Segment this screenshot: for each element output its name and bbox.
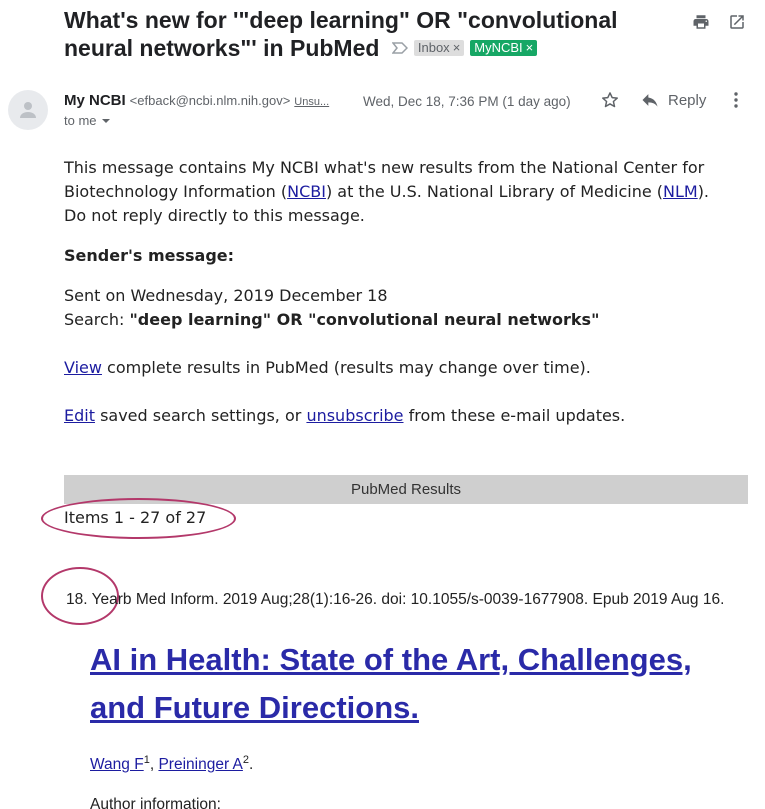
author-information-toggle[interactable]: Author information: [90, 796, 221, 809]
author-link[interactable]: Preininger A [158, 756, 242, 773]
edit-link[interactable]: Edit [64, 406, 95, 425]
ncbi-link[interactable]: NCBI [287, 182, 326, 201]
message-actions: Reply [600, 90, 744, 110]
sender-message-heading: Sender's message: [64, 246, 235, 265]
search-query: "deep learning" OR "convolutional neural… [129, 310, 600, 329]
author-link[interactable]: Wang F [90, 756, 144, 773]
view-link[interactable]: View [64, 358, 102, 377]
printer-icon[interactable] [691, 12, 711, 32]
label-inbox-text: Inbox [417, 40, 450, 55]
author-end: . [249, 756, 254, 774]
sender-name[interactable]: My NCBI [64, 92, 126, 109]
edit-text-2: from these e-mail updates. [403, 406, 626, 425]
chevron-down-icon [101, 118, 110, 123]
remove-label-icon[interactable]: × [526, 40, 534, 55]
reply-icon [642, 94, 658, 107]
search-label: Search: [64, 310, 130, 329]
sent-on-text: Sent on Wednesday, 2019 December 18 [64, 286, 388, 305]
recipient-details[interactable]: to me [64, 113, 111, 128]
subject-labels: Inbox × MyNCBI × [391, 40, 538, 56]
no-reply-text: Do not reply directly to this message. [64, 206, 365, 225]
article-authors: Wang F1, Preininger A2. [90, 754, 253, 774]
intro-text-2: ) at the U.S. National Library of Medici… [325, 182, 663, 201]
article-title-link[interactable]: AI in Health: State of the Art, Challeng… [90, 636, 750, 732]
label-myncbi-text: MyNCBI [474, 40, 523, 55]
unsubscribe-link[interactable]: Unsu... [294, 96, 329, 108]
label-inbox[interactable]: Inbox × [413, 40, 465, 56]
sender-avatar[interactable] [8, 90, 48, 130]
view-text: complete results in PubMed (results may … [101, 358, 591, 377]
intro-text-3: ). [697, 182, 710, 201]
search-details: Sent on Wednesday, 2019 December 18 Sear… [64, 284, 599, 332]
email-date: Wed, Dec 18, 7:36 PM (1 day ago) [363, 94, 571, 109]
edit-text-1: saved search settings, or [94, 406, 307, 425]
person-icon [20, 102, 36, 118]
subject-row: What's new for '"deep learning" OR "conv… [64, 6, 684, 62]
star-icon[interactable] [600, 90, 620, 110]
intro-paragraph: This message contains My NCBI what's new… [64, 156, 724, 228]
remove-label-icon[interactable]: × [453, 40, 461, 55]
unsubscribe-body-link[interactable]: unsubscribe [306, 406, 403, 425]
more-vertical-icon[interactable] [728, 90, 744, 110]
nlm-link[interactable]: NLM [663, 182, 698, 201]
sender-line: My NCBI <efback@ncbi.nlm.nih.gov> Unsu... [64, 92, 329, 109]
edit-settings-line: Edit saved search settings, or unsubscri… [64, 404, 625, 428]
sender-email: <efback@ncbi.nlm.nih.gov> [129, 93, 291, 108]
article-citation: 18. Yearb Med Inform. 2019 Aug;28(1):16-… [66, 591, 725, 608]
view-results-line: View complete results in PubMed (results… [64, 356, 591, 380]
thread-actions [691, 12, 747, 32]
open-in-new-icon[interactable] [727, 12, 747, 32]
label-myncbi[interactable]: MyNCBI × [470, 40, 538, 56]
annotation-circle-items [41, 498, 236, 539]
reply-button[interactable]: Reply [640, 90, 706, 110]
reply-label: Reply [668, 91, 707, 109]
recipient-text: to me [64, 113, 97, 128]
important-marker-icon[interactable] [391, 42, 408, 54]
